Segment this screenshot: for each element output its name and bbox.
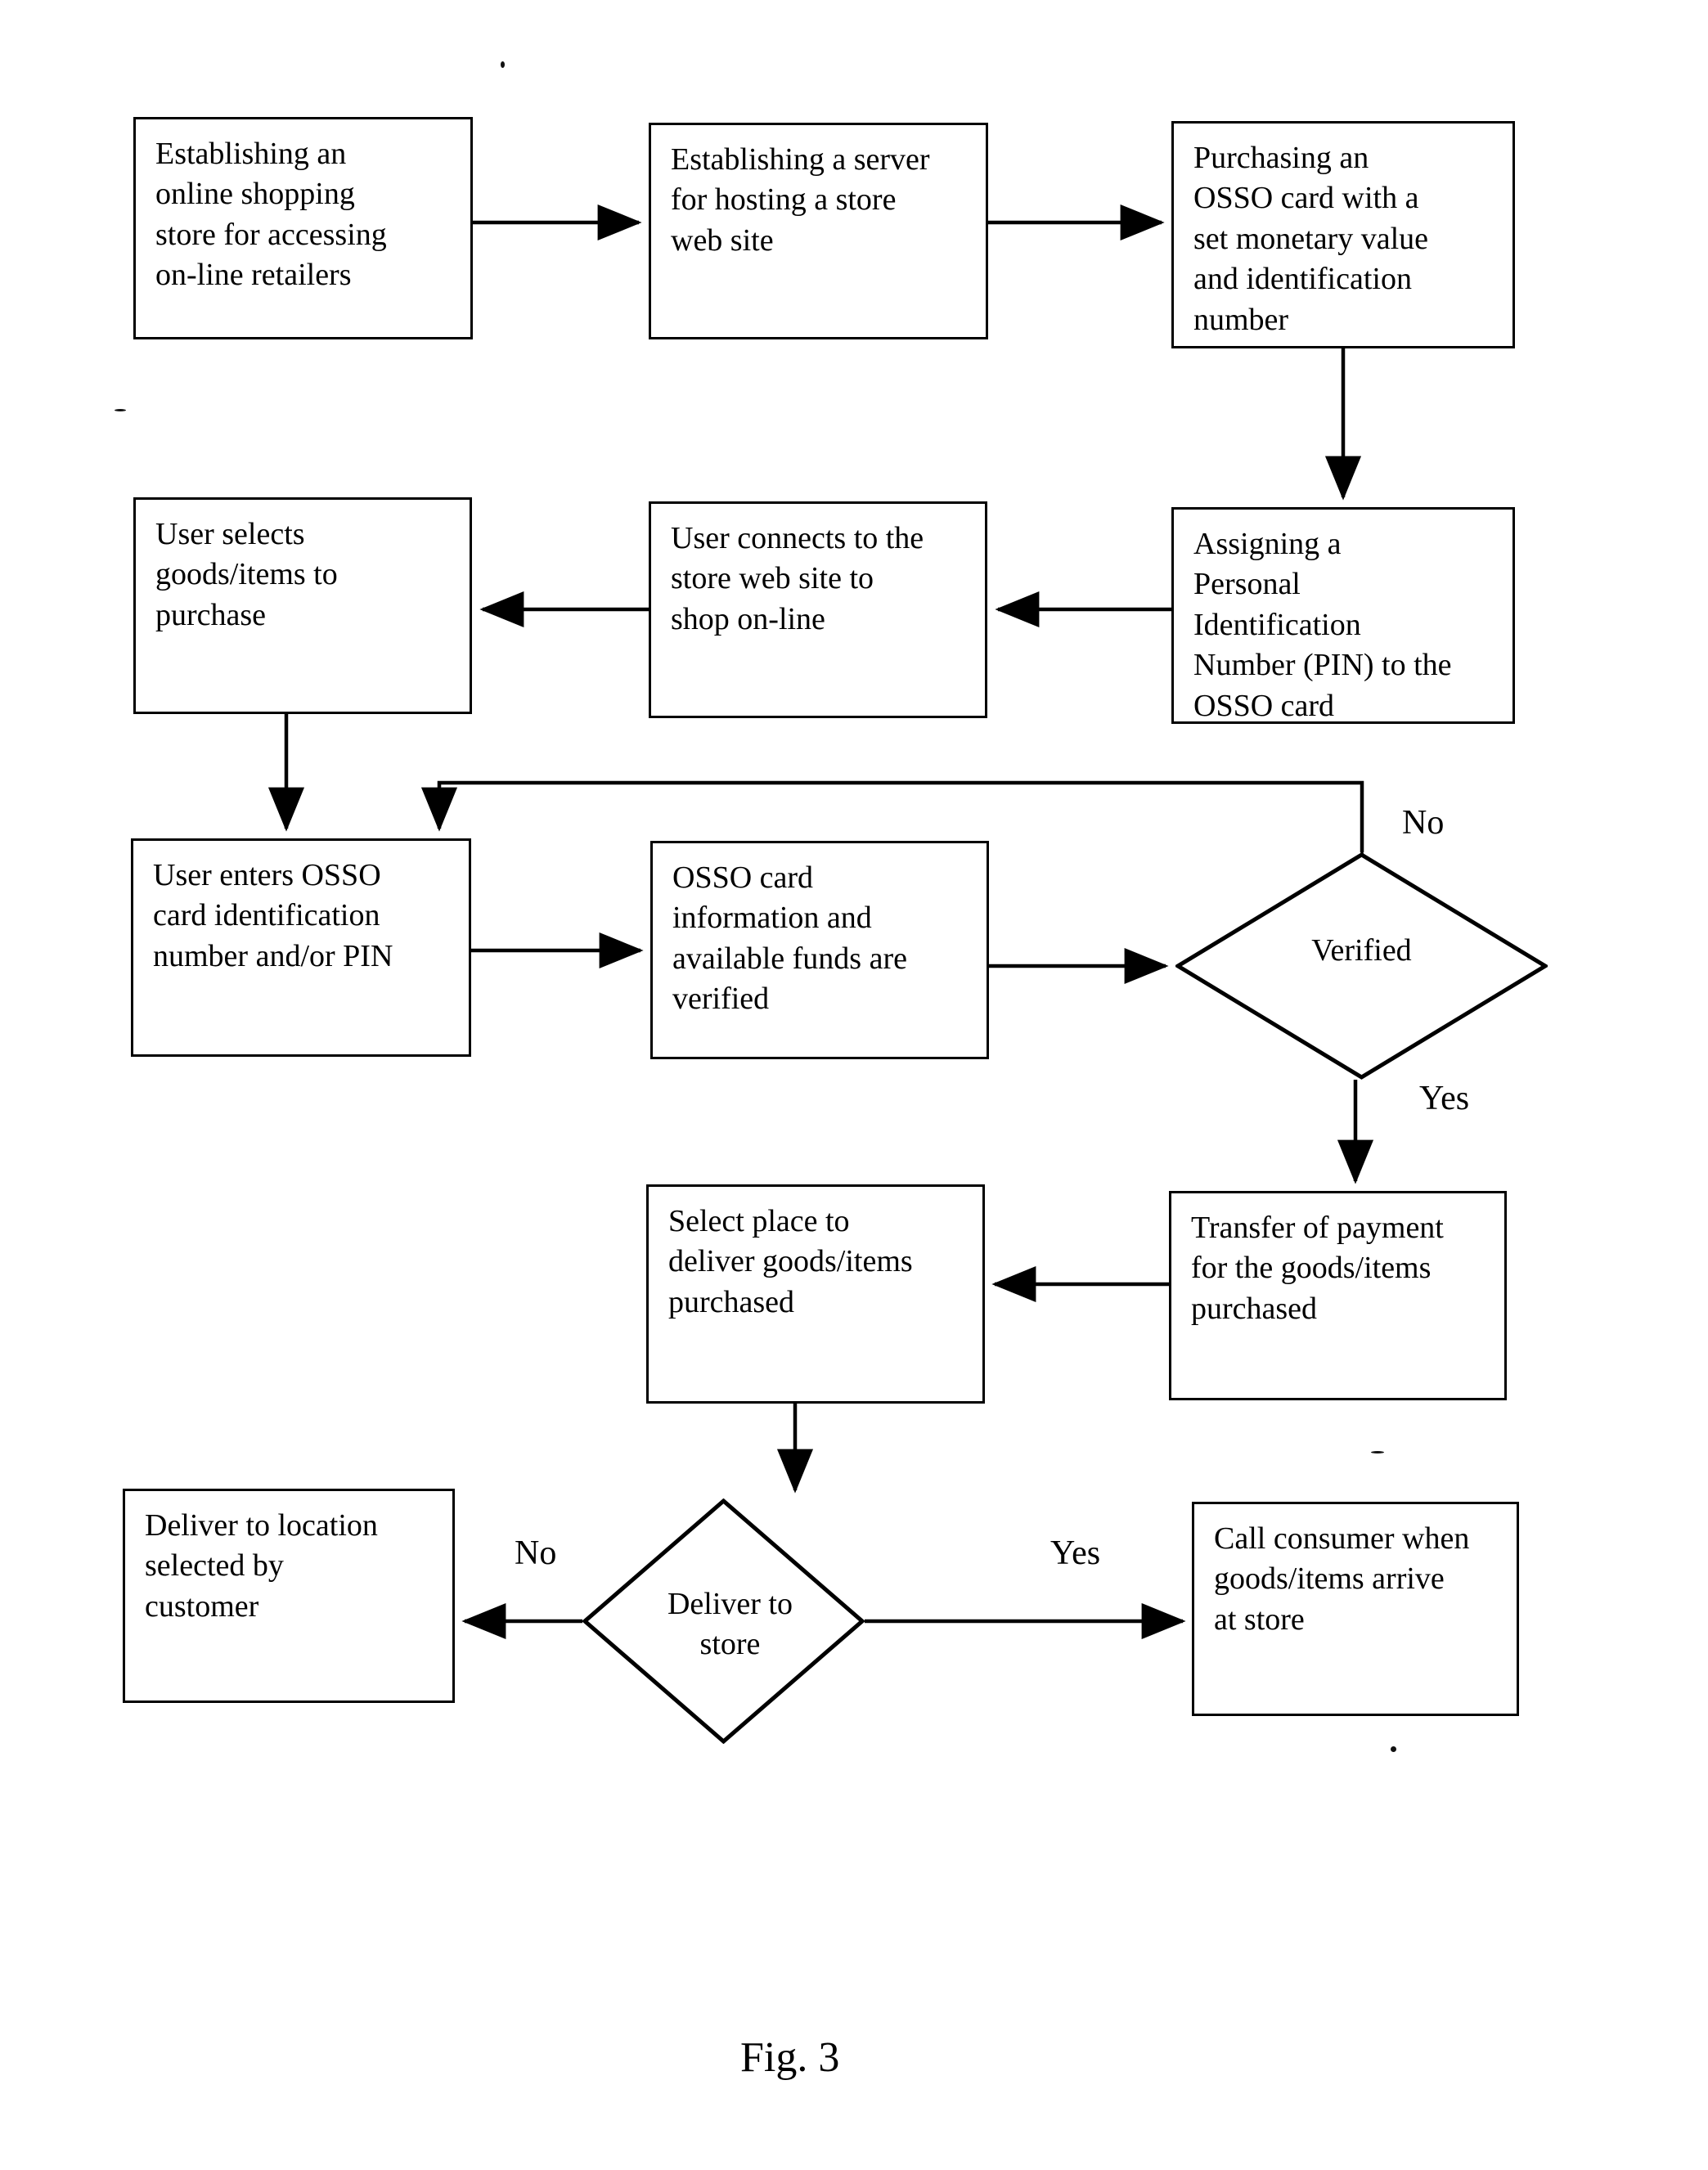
- node-transfer-payment: Transfer of payment for the goods/items …: [1169, 1191, 1507, 1400]
- node-call-consumer: Call consumer when goods/items arrive at…: [1192, 1502, 1519, 1716]
- node-assign-pin: Assigning a Personal Identification Numb…: [1171, 507, 1515, 724]
- edge-label-deliver-no: No: [515, 1534, 557, 1572]
- deliver-store-decision-label: Deliver to store: [667, 1586, 793, 1661]
- edge-label-verified-yes: Yes: [1419, 1080, 1470, 1117]
- scan-speck: [501, 61, 505, 68]
- edge-label-verified-no: No: [1402, 804, 1445, 842]
- verified-decision-label: Verified: [1311, 933, 1412, 968]
- node-establish-store: Establishing an online shopping store fo…: [133, 117, 473, 339]
- node-card-info-verified: OSSO card information and available fund…: [650, 841, 989, 1059]
- node-establish-server: Establishing a server for hosting a stor…: [649, 123, 988, 339]
- node-deliver-to-location: Deliver to location selected by customer: [123, 1489, 455, 1703]
- figure-caption: Fig. 3: [740, 2034, 840, 2081]
- node-user-selects-goods: User selects goods/items to purchase: [133, 497, 472, 714]
- figure-page: Establishing an online shopping store fo…: [0, 0, 1708, 2170]
- node-select-delivery-place: Select place to deliver goods/items purc…: [646, 1184, 985, 1404]
- node-user-enters-id: User enters OSSO card identification num…: [131, 838, 471, 1057]
- scan-speck: [115, 409, 126, 411]
- scan-speck: [1391, 1746, 1396, 1752]
- node-purchase-osso-card: Purchasing an OSSO card with a set monet…: [1171, 121, 1515, 348]
- scan-speck: [1371, 1451, 1384, 1453]
- node-deliver-store-decision: Deliver to store: [582, 1498, 865, 1744]
- node-user-connects-site: User connects to the store web site to s…: [649, 501, 987, 718]
- node-verified-decision: Verified: [1175, 852, 1548, 1080]
- edge-label-deliver-yes: Yes: [1050, 1534, 1101, 1572]
